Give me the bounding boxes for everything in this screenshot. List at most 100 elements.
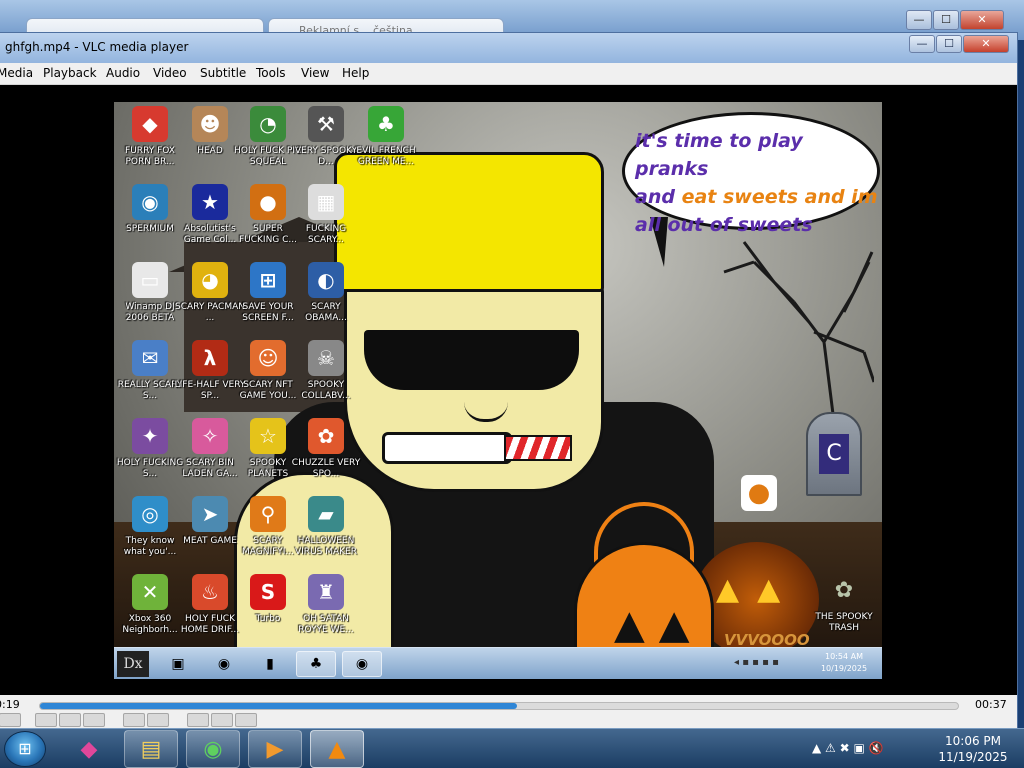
time-elapsed: 0:19	[0, 698, 20, 711]
half-life-icon: λ	[192, 340, 228, 376]
taskbar-explorer-icon[interactable]: ▤	[124, 730, 178, 768]
inner-clock[interactable]: 10:54 AM 10/19/2025	[814, 651, 874, 675]
start-button[interactable]: ⊞	[4, 731, 46, 767]
vlc-titlebar[interactable]: ghfgh.mp4 - VLC media player — ☐ ✕	[0, 33, 1017, 63]
browser-icon: ◉	[132, 184, 168, 220]
menu-audio[interactable]: Audio	[106, 66, 140, 80]
inner-task-browser-2-icon[interactable]: ◉	[342, 651, 382, 677]
desktop-icon-label: EVIL FRENCH GREEN ME...	[356, 146, 416, 167]
taskbar: ⊞ ◆ ▤ ◉ ▶ ▲ ▲ ⚠ ✖ ▣ 🔇 10:06 PM 11/19/202…	[0, 728, 1024, 768]
xat-icon: ✉	[132, 340, 168, 376]
pie-chart-icon: ◔	[250, 106, 286, 142]
inner-taskbar: Dx ▣ ◉ ▮ ♣ ◉ ◂ ▪ ▪ ▪ ▪ 10:54 AM 10/19/20…	[114, 647, 882, 679]
vlc-window: ghfgh.mp4 - VLC media player — ☐ ✕ Media…	[0, 32, 1018, 729]
desktop-icon-28[interactable]: ♜ OH SATAN ROYYE WE...	[290, 574, 362, 636]
background-close-button[interactable]: ✕	[960, 10, 1004, 30]
desktop-icon-trash[interactable]: ✿ THE SPOOKY TRASH	[804, 572, 882, 634]
menu-help[interactable]: Help	[342, 66, 369, 80]
stop-button[interactable]	[59, 713, 81, 727]
speech-line-2a: and	[635, 186, 682, 208]
extended-settings-button[interactable]	[147, 713, 169, 727]
menu-tools[interactable]: Tools	[256, 66, 286, 80]
taskbar-browser-icon[interactable]: ◉	[186, 730, 240, 768]
taskbar-fox-icon[interactable]: ◆	[62, 730, 116, 768]
menu-view[interactable]: View	[301, 66, 329, 80]
desktop-icon-8[interactable]: ▦ FUCKING SCARY...	[290, 184, 362, 246]
background-maximize-button[interactable]: ☐	[933, 10, 959, 30]
desktop-icon-tombstone[interactable]: C	[794, 412, 874, 496]
desktop-icon-20[interactable]: ✿ CHUZZLE VERY SPO...	[290, 418, 362, 480]
seek-bar[interactable]	[39, 702, 959, 710]
inner-start-button[interactable]: Dx	[117, 651, 149, 677]
character-teeth	[382, 432, 512, 464]
inner-clock-time: 10:54 AM	[825, 652, 863, 661]
gift-icon: ✦	[132, 418, 168, 454]
menu-subtitle[interactable]: Subtitle	[200, 66, 246, 80]
menu-bar: Media Playback Audio Video Subtitle Tool…	[0, 63, 1017, 85]
previous-button[interactable]	[35, 713, 57, 727]
desktop-icon-4[interactable]: ♣ EVIL FRENCH GREEN ME...	[350, 106, 422, 168]
magnifier-icon: ⚲	[250, 496, 286, 532]
character-sunglasses	[364, 330, 579, 390]
tank-icon: ▰	[308, 496, 344, 532]
inner-task-messenger-icon[interactable]: ♣	[296, 651, 336, 677]
star-card-icon: ☆	[250, 418, 286, 454]
menu-video[interactable]: Video	[153, 66, 187, 80]
taskbar-clock-date: 11/19/2025	[938, 750, 1008, 764]
desktop-icon-16[interactable]: ☠ SPOOKY COLLABV...	[290, 340, 362, 402]
play-button[interactable]	[0, 713, 21, 727]
desktop-icon-pumpkin[interactable]: ●	[734, 475, 784, 511]
taskbar-vlc-icon[interactable]: ▲	[310, 730, 364, 768]
close-button[interactable]: ✕	[963, 35, 1009, 53]
desktop-icon-trash-label: THE SPOOKY TRASH	[815, 612, 873, 633]
desktop-icon-24[interactable]: ▰ HALLOWEEN VIRUS MAKER	[290, 496, 362, 558]
loop-button[interactable]	[211, 713, 233, 727]
eyes-icon: ◎	[132, 496, 168, 532]
obama-logo-icon: ◐	[308, 262, 344, 298]
minimize-button[interactable]: —	[909, 35, 935, 53]
taskbar-clock-time: 10:06 PM	[945, 734, 1001, 748]
java-icon: ♨	[192, 574, 228, 610]
messenger-icon: ♣	[368, 106, 404, 142]
taskbar-clock[interactable]: 10:06 PM 11/19/2025	[938, 733, 1008, 765]
speech-bubble-text: it's time to play pranks and eat sweets …	[635, 127, 880, 239]
desktop-icon-label: HALLOWEEN VIRUS MAKER	[295, 536, 357, 557]
fish-icon: ➤	[192, 496, 228, 532]
inner-clock-date: 10/19/2025	[820, 664, 868, 673]
taskbar-media-icon[interactable]: ▶	[248, 730, 302, 768]
windows-logo-icon: ⊞	[250, 262, 286, 298]
next-button[interactable]	[83, 713, 105, 727]
time-total: 00:37	[975, 698, 1007, 711]
inner-task-folder-icon[interactable]: ▣	[158, 651, 198, 677]
speech-line-2b: eat sweets and im	[681, 186, 878, 208]
fullscreen-button[interactable]	[123, 713, 145, 727]
background-minimize-button[interactable]: —	[906, 10, 932, 30]
candy-cane	[504, 435, 572, 461]
pumpkin-bucket-face: ▲ ▲	[614, 602, 690, 648]
plant-trash-icon: ✿	[834, 577, 854, 603]
inner-task-usb-icon[interactable]: ▮	[250, 651, 290, 677]
seek-bar-progress	[40, 703, 518, 709]
system-tray-icons[interactable]: ▲ ⚠ ✖ ▣ 🔇	[812, 741, 884, 755]
playback-controls: 0:19 00:37	[0, 695, 1017, 729]
desktop-icon-12[interactable]: ◐ SCARY OBAMA...	[290, 262, 362, 324]
maximize-button[interactable]: ☐	[936, 35, 962, 53]
video-frame[interactable]: it's time to play pranks and eat sweets …	[114, 102, 882, 679]
menu-media[interactable]: Media	[0, 66, 33, 80]
skull-icon: ☠	[308, 340, 344, 376]
head-icon: ☻	[192, 106, 228, 142]
character-hat	[334, 152, 604, 292]
tombstone-letter: C	[819, 434, 849, 474]
inner-task-browser-icon[interactable]: ◉	[204, 651, 244, 677]
desktop-icon-label: SPOOKY COLLABV...	[301, 380, 351, 401]
bare-tree	[723, 241, 874, 422]
playlist-button[interactable]	[187, 713, 209, 727]
menu-playback[interactable]: Playback	[43, 66, 97, 80]
desktop-icon-label: SCARY OBAMA...	[305, 302, 347, 323]
robot-icon: ♜	[308, 574, 344, 610]
shuffle-button[interactable]	[235, 713, 257, 727]
window-icon: ▭	[132, 262, 168, 298]
xbox-icon: ✕	[132, 574, 168, 610]
desktop-icon-label: CHUZZLE VERY SPO...	[291, 458, 361, 479]
sparkle-icon: ✧	[192, 418, 228, 454]
